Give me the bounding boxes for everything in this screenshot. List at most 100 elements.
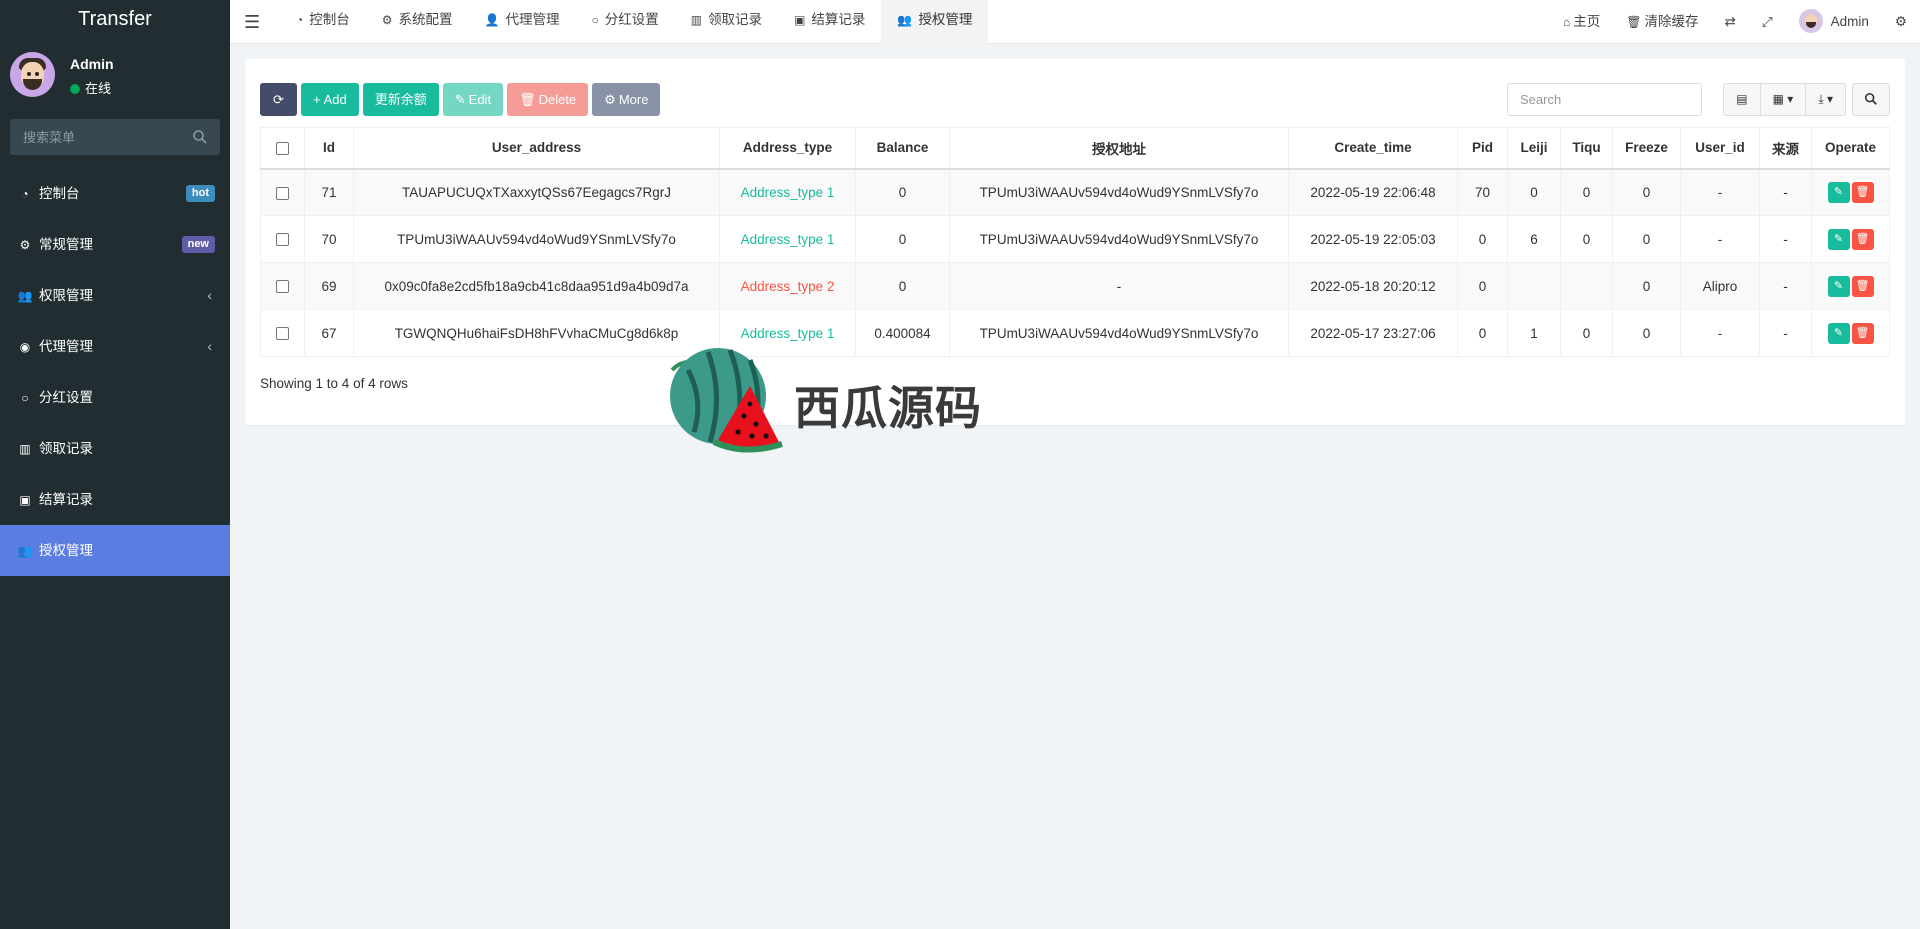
app-title[interactable]: Transfer [0, 0, 230, 40]
row-checkbox[interactable] [276, 280, 289, 294]
export-button[interactable]: ⤓ ▾ [1805, 83, 1846, 116]
hot-badge: hot [185, 185, 215, 202]
trash-icon: 🗑 [1626, 15, 1642, 29]
users-icon: 👥 [17, 544, 33, 558]
refresh-button[interactable]: ⟳ [260, 83, 297, 116]
menu-search-input[interactable] [10, 119, 220, 155]
watermark: 西瓜源码 [664, 340, 1004, 460]
trash-icon: 🗑 [519, 92, 536, 107]
user-status-text: 在线 [85, 81, 112, 96]
sidebar-nav: ◔ 控制台 hot ⚙ 常规管理 new 👥 权限管理 ‹ ◉ 代理管理 ‹ ○ 分红设置 ▥ 领取… [0, 168, 230, 576]
cell-leiji: 0 [1507, 168, 1561, 216]
col-tiqu[interactable]: Tiqu [1560, 127, 1613, 170]
tab-label: 分红设置 [604, 12, 659, 27]
sidebar-item-permissions[interactable]: 👥 权限管理 ‹ [0, 270, 230, 321]
content-panel: ⟳ +Add 更新余额 ✎Edit 🗑Delete ⚙More ▤ ▦ ▾ ⤓ … [245, 59, 1905, 425]
row-edit-button[interactable]: ✎ [1827, 322, 1850, 344]
row-checkbox[interactable] [276, 186, 289, 200]
user-panel: Admin 在线 [0, 40, 230, 112]
sidebar-item-dividend[interactable]: ○ 分红设置 [0, 372, 230, 423]
col-create-time[interactable]: Create_time [1288, 127, 1458, 170]
sidebar-item-settlement[interactable]: ▣ 结算记录 [0, 474, 230, 525]
home-link[interactable]: ⌂ 主页 [1550, 2, 1613, 42]
user-circle-icon: ◉ [19, 340, 31, 354]
admin-menu[interactable]: Admin [1786, 2, 1882, 42]
search-icon [1864, 92, 1877, 105]
row-edit-button[interactable]: ✎ [1827, 275, 1850, 297]
col-balance[interactable]: Balance [855, 127, 950, 170]
col-user-id[interactable]: User_id [1680, 127, 1760, 170]
columns-button[interactable]: ▦ ▾ [1759, 83, 1807, 116]
delete-button[interactable]: 🗑 Delete [507, 83, 589, 116]
row-edit-button[interactable]: ✎ [1827, 181, 1850, 203]
row-delete-button[interactable]: 🗑 [1851, 275, 1874, 297]
toggle-view-button[interactable]: ▤ [1723, 83, 1761, 116]
row-checkbox[interactable] [276, 327, 289, 341]
plus-icon: + [313, 92, 321, 107]
col-operate: Operate [1811, 127, 1890, 170]
row-delete-button[interactable]: 🗑 [1851, 228, 1874, 250]
table-search-input[interactable] [1507, 83, 1702, 116]
cog-icon: ⚙ [604, 92, 616, 107]
cell-freeze: 0 [1612, 262, 1681, 310]
bars-icon: ▥ [19, 442, 31, 456]
circle-icon: ○ [21, 391, 29, 405]
col-leiji[interactable]: Leiji [1507, 127, 1561, 170]
tab-agents[interactable]: 👤 代理管理 [469, 0, 576, 44]
row-delete-button[interactable]: 🗑 [1851, 181, 1874, 203]
add-button[interactable]: + Add [301, 83, 359, 116]
col-user-address[interactable]: User_address [353, 127, 720, 170]
tab-system-config[interactable]: ⚙ 系统配置 [366, 0, 469, 44]
tab-settlement[interactable]: ▣ 结算记录 [778, 0, 881, 44]
clear-cache-button[interactable]: 🗑 清除缓存 [1613, 2, 1711, 42]
edit-button[interactable]: ✎ Edit [442, 83, 504, 116]
new-badge: new [181, 236, 215, 253]
cell-operate: ✎ 🗑 [1811, 168, 1890, 216]
cell-leiji: 6 [1507, 215, 1561, 263]
sidebar-item-label: 领取记录 [39, 441, 93, 456]
cell-create-time: 2022-05-19 22:05:03 [1288, 215, 1458, 263]
row-checkbox[interactable] [276, 233, 289, 247]
cogs-icon: ⚙ [19, 238, 31, 252]
advanced-search-button[interactable] [1852, 83, 1890, 116]
tab-label: 结算记录 [811, 12, 866, 27]
pencil-icon: ✎ [454, 92, 466, 107]
sidebar-item-claims[interactable]: ▥ 领取记录 [0, 423, 230, 474]
select-all-checkbox[interactable] [276, 142, 289, 156]
sidebar-item-agents[interactable]: ◉ 代理管理 ‹ [0, 321, 230, 372]
col-address-type[interactable]: Address_type [719, 127, 856, 170]
user-status: 在线 [70, 78, 111, 97]
update-balance-button[interactable]: 更新余额 [362, 83, 439, 116]
row-delete-button[interactable]: 🗑 [1851, 322, 1874, 344]
col-id[interactable]: Id [304, 127, 354, 170]
fullscreen-icon[interactable]: ⤢ [1749, 2, 1786, 42]
sidebar-item-general[interactable]: ⚙ 常规管理 new [0, 219, 230, 270]
settings-gear-icon[interactable]: ⚙ [1882, 2, 1920, 42]
sidebar-item-dashboard[interactable]: ◔ 控制台 hot [0, 168, 230, 219]
table-row[interactable]: 67 TGWQNQHu6haiFsDH8hFVvhaCMuCg8d6k8p Addr… [260, 309, 1890, 357]
col-auth-address[interactable]: 授权地址 [949, 127, 1289, 170]
col-pid[interactable]: Pid [1457, 127, 1508, 170]
table-row[interactable]: 70 TPUmU3iWAAUv594vd4oWud9YSnmLVSfy7o Addr… [260, 215, 1890, 263]
menu-toggle-icon[interactable]: ☰ [244, 12, 260, 33]
tab-bar: ◔ 控制台 ⚙ 系统配置 👤 代理管理 ○ 分红设置 ▥ 领取记录 ▣ 结算记录 👥 授权管理 [280, 0, 989, 44]
tab-label: 领取记录 [708, 12, 763, 27]
tab-claims[interactable]: ▥ 领取记录 [675, 0, 778, 44]
chevron-left-icon: ‹ [207, 338, 212, 354]
col-freeze[interactable]: Freeze [1612, 127, 1681, 170]
tab-dashboard[interactable]: ◔ 控制台 [280, 0, 366, 44]
table-row[interactable]: 71 TAUAPUCUQxTXaxxytQSs67Eegagcs7RgrJ Addr… [260, 168, 1890, 216]
sidebar-item-authorization[interactable]: 👥 授权管理 [0, 525, 230, 576]
col-source[interactable]: 来源 [1759, 127, 1812, 170]
sidebar-item-label: 分红设置 [39, 390, 93, 405]
search-icon[interactable] [192, 129, 208, 145]
tab-dividend[interactable]: ○ 分红设置 [575, 0, 674, 44]
cell-freeze: 0 [1612, 168, 1681, 216]
tab-authorization[interactable]: 👥 授权管理 [881, 0, 989, 44]
language-toggle-icon[interactable]: ⇄ [1712, 2, 1749, 42]
table-row[interactable]: 69 0x09c0fa8e2cd5fb18a9cb41c8daa951d9a4b0… [260, 262, 1890, 310]
row-edit-button[interactable]: ✎ [1827, 228, 1850, 250]
more-button[interactable]: ⚙ More [592, 83, 661, 116]
cell-user-address: TPUmU3iWAAUv594vd4oWud9YSnmLVSfy7o [353, 215, 720, 263]
cell-user-id: - [1680, 168, 1760, 216]
